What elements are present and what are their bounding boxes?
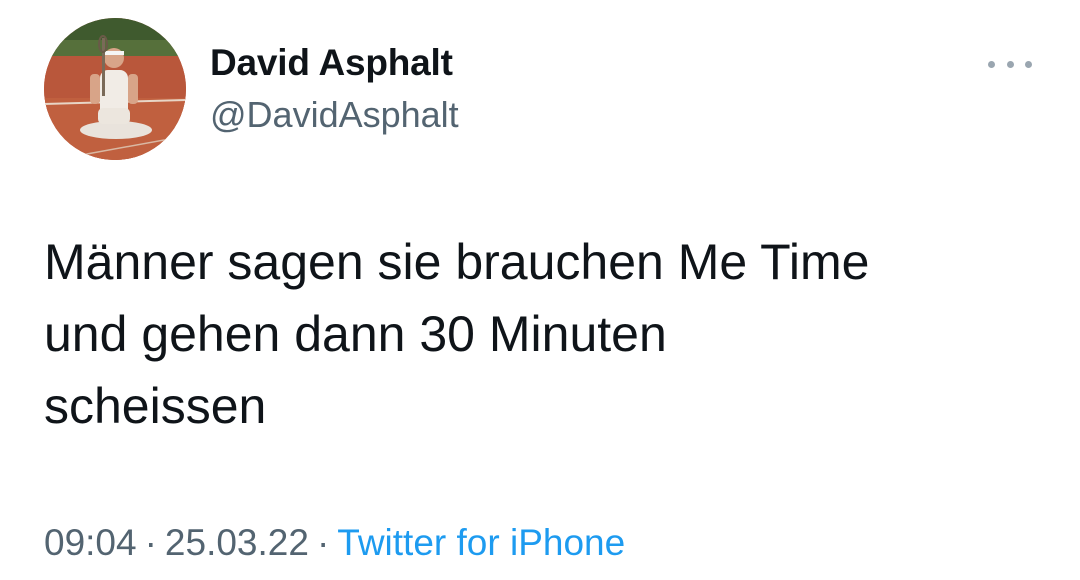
tweet-text-line: und gehen dann 30 Minuten bbox=[44, 306, 667, 362]
tweet-text-line: Männer sagen sie brauchen Me Time bbox=[44, 234, 870, 290]
more-dot bbox=[1025, 60, 1032, 68]
avatar[interactable] bbox=[44, 18, 186, 160]
tweet-time[interactable]: 09:04 bbox=[44, 522, 137, 563]
meta-separator: · bbox=[144, 522, 157, 563]
tweet-card: David Asphalt @DavidAsphalt Männer sagen… bbox=[0, 0, 1080, 580]
tweet-meta: 09:04 · 25.03.22 · Twitter for iPhone bbox=[44, 522, 625, 564]
tweet-text-line: scheissen bbox=[44, 378, 267, 434]
display-name[interactable]: David Asphalt bbox=[210, 42, 453, 84]
more-dot bbox=[988, 60, 995, 68]
tweet-date[interactable]: 25.03.22 bbox=[165, 522, 309, 563]
more-horizontal-icon[interactable] bbox=[988, 52, 1032, 76]
meta-separator: · bbox=[316, 522, 330, 563]
more-dot bbox=[1006, 60, 1014, 68]
tweet-text: Männer sagen sie brauchen Me Time und ge… bbox=[44, 226, 1034, 442]
avatar-photo bbox=[44, 18, 186, 160]
tweet-source-link[interactable]: Twitter for iPhone bbox=[337, 522, 625, 563]
user-handle[interactable]: @DavidAsphalt bbox=[210, 94, 459, 136]
